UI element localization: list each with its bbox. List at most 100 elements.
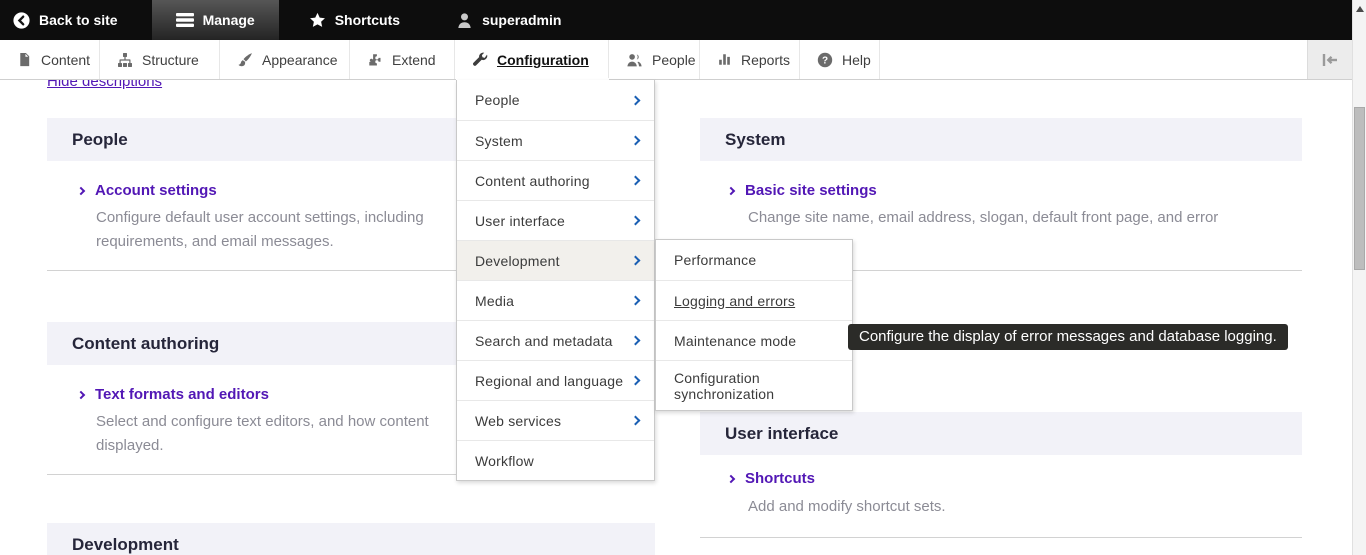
development-submenu: Performance Logging and errors Maintenan… (655, 239, 853, 411)
scrollbar-thumb[interactable] (1354, 107, 1365, 270)
toolbar-tab-label: Structure (142, 51, 199, 68)
description-line: Add and modify shortcut sets. (748, 498, 946, 515)
submenu-item-logging-and-errors[interactable]: Logging and errors (656, 280, 852, 320)
menu-item-label: Maintenance mode (674, 332, 797, 349)
menu-item-workflow[interactable]: Workflow (457, 440, 654, 480)
toolbar-tab-help[interactable]: ? Help (800, 40, 880, 79)
menu-item-label: Configuration synchronization (674, 369, 775, 402)
section-description: Add and modify shortcut sets. (748, 495, 946, 519)
submenu-item-performance[interactable]: Performance (656, 240, 852, 280)
basic-site-settings-link[interactable]: Basic site settings (726, 182, 877, 199)
shortcuts-link[interactable]: Shortcuts (726, 470, 816, 487)
people-icon (626, 52, 643, 68)
chevron-right-icon (630, 135, 641, 146)
menu-item-people[interactable]: People (457, 80, 654, 120)
menu-item-label: Workflow (475, 452, 534, 469)
toolbar-tab-label: People (652, 51, 696, 68)
menu-item-label: Media (475, 292, 515, 309)
shortcuts-button[interactable]: Shortcuts (291, 0, 418, 40)
menu-item-label: Development (475, 252, 560, 269)
menu-item-system[interactable]: System (457, 120, 654, 160)
section-link-label: Account settings (95, 182, 217, 199)
user-account-button[interactable]: superadmin (438, 0, 579, 40)
shortcuts-label: Shortcuts (334, 12, 401, 28)
chevron-right-icon (76, 186, 86, 195)
menu-item-label: Logging and errors (674, 292, 796, 309)
admin-toolbar: Content Structure Appearance Extend Conf… (0, 40, 1352, 80)
menu-item-development[interactable]: Development (457, 240, 654, 280)
description-line: requirements, and email messages. (96, 233, 334, 250)
toolbar-tab-label: Content (41, 51, 91, 68)
svg-text:?: ? (822, 55, 828, 66)
menu-item-regional-and-language[interactable]: Regional and language (457, 360, 654, 400)
toolbar-tab-appearance[interactable]: Appearance (220, 40, 350, 79)
text-formats-and-editors-link[interactable]: Text formats and editors (76, 386, 269, 403)
logging-and-errors-tooltip: Configure the display of error messages … (848, 324, 1288, 350)
menu-item-label: Search and metadata (475, 332, 613, 349)
toolbar-tab-configuration[interactable]: Configuration (455, 40, 609, 79)
scrollbar-up-arrow-icon[interactable] (1356, 6, 1364, 12)
section-link-label: Shortcuts (745, 470, 816, 487)
configuration-dropdown-menu: People System Content authoring User int… (456, 80, 655, 481)
menu-item-label: Performance (674, 252, 757, 268)
chevron-right-icon (630, 255, 641, 266)
manage-label: Manage (202, 12, 255, 28)
description-line: displayed. (96, 437, 164, 454)
section-title: System (725, 129, 786, 149)
section-header-development: Development (47, 523, 655, 555)
menu-item-label: System (475, 132, 523, 149)
description-line: Select and configure text editors, and h… (96, 413, 429, 430)
sitemap-icon (117, 52, 133, 68)
section-title: User interface (725, 423, 839, 443)
section-divider (700, 537, 1302, 538)
back-circle-icon (13, 11, 30, 29)
chevron-right-icon (726, 474, 736, 483)
menu-item-label: Web services (475, 412, 562, 429)
menu-item-web-services[interactable]: Web services (457, 400, 654, 440)
toolbar-tab-structure[interactable]: Structure (100, 40, 220, 79)
section-description: Change site name, email address, slogan,… (748, 206, 1218, 230)
chevron-right-icon (630, 295, 641, 306)
chevron-right-icon (630, 215, 641, 226)
help-icon: ? (817, 52, 833, 68)
description-line: Change site name, email address, slogan,… (748, 209, 1219, 226)
section-link-label: Basic site settings (745, 182, 877, 199)
section-description: Select and configure text editors, and h… (96, 410, 429, 458)
toolbar-tab-label: Appearance (262, 51, 338, 68)
vertical-scrollbar[interactable] (1352, 0, 1366, 555)
toolbar-tab-label: Configuration (497, 51, 589, 68)
menu-item-search-and-metadata[interactable]: Search and metadata (457, 320, 654, 360)
toolbar-spacer (880, 40, 1307, 79)
menu-item-media[interactable]: Media (457, 280, 654, 320)
submenu-item-maintenance-mode[interactable]: Maintenance mode (656, 320, 852, 360)
chevron-right-icon (630, 95, 641, 105)
drupal-admin-page: Back to site Manage Shortcuts superadmin (0, 0, 1366, 555)
menu-item-content-authoring[interactable]: Content authoring (457, 160, 654, 200)
toolbar-tab-label: Extend (392, 51, 436, 68)
toolbar-tab-people[interactable]: People (609, 40, 700, 79)
star-icon (309, 12, 326, 29)
section-description: Configure default user account settings,… (96, 206, 424, 254)
chevron-right-icon (630, 335, 641, 346)
manage-menu-button[interactable]: Manage (151, 0, 279, 40)
toolbar-tab-reports[interactable]: Reports (700, 40, 800, 79)
back-to-site-button[interactable]: Back to site (0, 0, 136, 40)
account-settings-link[interactable]: Account settings (76, 182, 217, 199)
submenu-item-configuration-synchronization[interactable]: Configuration synchronization (656, 360, 852, 410)
menu-item-label: Regional and language (475, 372, 624, 389)
section-header-user-interface: User interface (700, 412, 1302, 455)
menu-item-label: User interface (475, 212, 565, 229)
paintbrush-icon (237, 52, 253, 68)
toolbar-tab-content[interactable]: Content (0, 40, 100, 79)
toolbar-tab-extend[interactable]: Extend (350, 40, 455, 79)
hamburger-icon (175, 13, 194, 27)
toolbar-orientation-toggle[interactable] (1307, 40, 1352, 79)
toolbar-tab-label: Reports (741, 51, 791, 68)
menu-item-user-interface[interactable]: User interface (457, 200, 654, 240)
section-title: People (72, 129, 128, 149)
wrench-icon (472, 52, 488, 68)
toolbar-tab-label: Help (842, 51, 871, 68)
menu-item-label: Content authoring (475, 172, 590, 189)
admin-topbar: Back to site Manage Shortcuts superadmin (0, 0, 1352, 40)
section-header-system: System (700, 118, 1302, 161)
